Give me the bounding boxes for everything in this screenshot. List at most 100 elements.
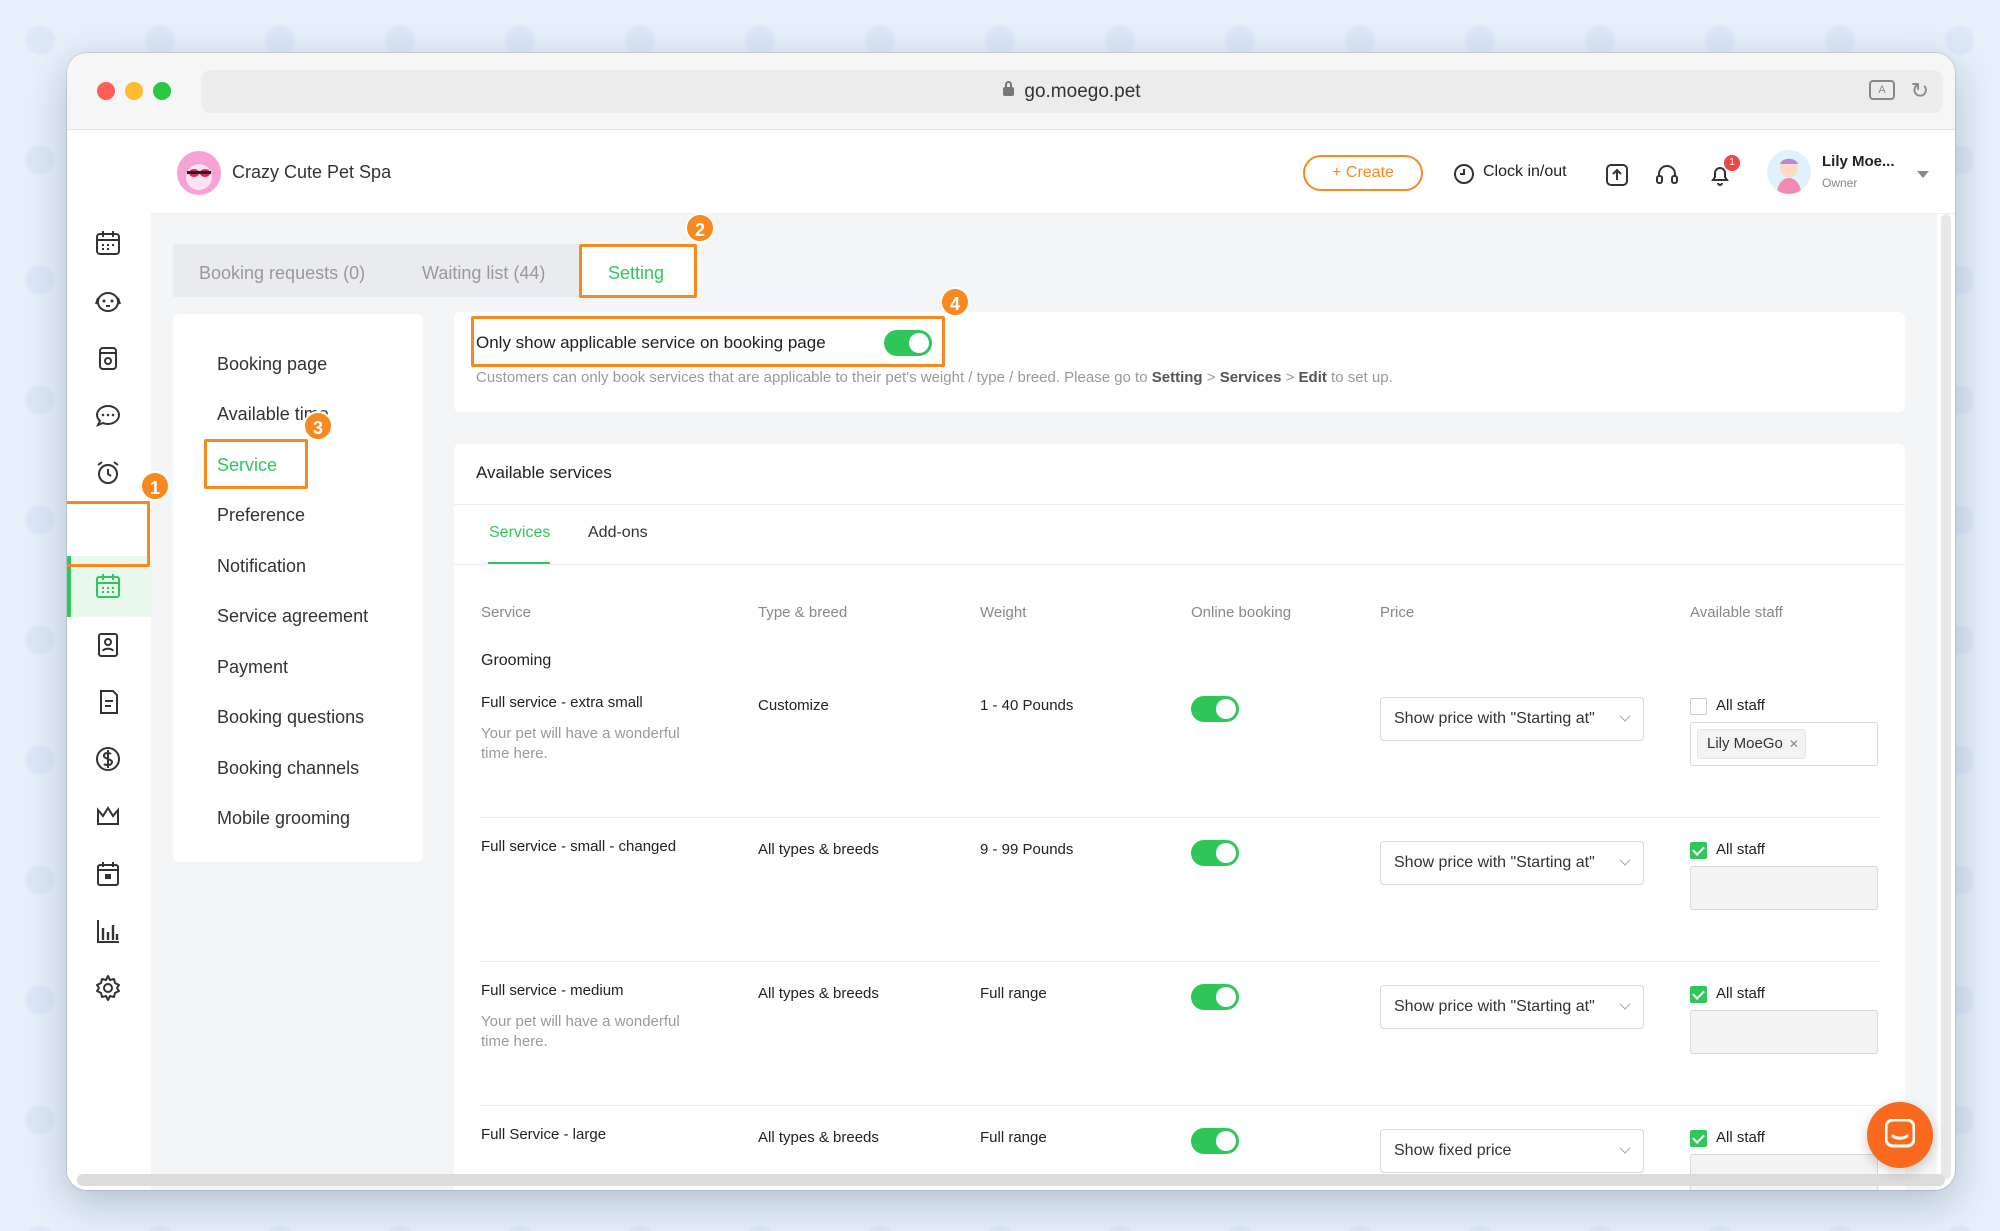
annotation-highlight-setting-tab [579, 244, 697, 298]
price-display-select[interactable]: Show fixed price [1380, 1129, 1644, 1173]
menu-item-booking-page[interactable]: Booking page [217, 354, 327, 375]
online-booking-toggle[interactable] [1191, 984, 1239, 1010]
service-name: Full Service - large [481, 1126, 607, 1143]
annotation-highlight-online-booking [67, 501, 150, 567]
online-booking-toggle[interactable] [1191, 696, 1239, 722]
horizontal-scrollbar[interactable] [77, 1174, 1945, 1186]
group-title-grooming: Grooming [481, 652, 552, 669]
type-breed-value[interactable]: Customize [758, 697, 829, 714]
online-booking-icon[interactable] [93, 571, 123, 601]
menu-item-payment[interactable]: Payment [217, 657, 288, 678]
business-avatar[interactable] [177, 151, 221, 195]
menu-item-mobile-grooming[interactable]: Mobile grooming [217, 808, 350, 829]
type-breed-value[interactable]: All types & breeds [758, 1129, 879, 1146]
annotation-badge: 4 [940, 287, 970, 317]
business-name[interactable]: Crazy Cute Pet Spa [232, 162, 391, 183]
annotation-badge: 3 [303, 411, 333, 441]
address-bar[interactable]: go.moego.pet A ↻ [201, 70, 1943, 113]
price-display-select[interactable]: Show price with "Starting at" [1380, 985, 1644, 1029]
service-description: Your pet will have a wonderful [481, 1013, 680, 1030]
user-avatar[interactable] [1767, 150, 1811, 194]
menu-item-booking-channels[interactable]: Booking channels [217, 758, 359, 779]
tab-waiting-list[interactable]: Waiting list (44) [422, 263, 545, 284]
type-breed-value[interactable]: All types & breeds [758, 841, 879, 858]
menu-item-booking-questions[interactable]: Booking questions [217, 707, 364, 728]
clock-icon [1454, 164, 1474, 184]
browser-chrome: go.moego.pet A ↻ [67, 53, 1955, 130]
column-header-available-staff: Available staff [1690, 604, 1783, 621]
calendar-event-icon[interactable] [93, 859, 123, 889]
chat-bubble-icon[interactable] [93, 401, 123, 431]
staff-tag: Lily MoeGo ✕ [1697, 729, 1806, 759]
service-name: Full service - small - changed [481, 838, 677, 855]
column-header-online-booking: Online booking [1191, 604, 1292, 621]
online-booking-toggle[interactable] [1191, 1128, 1239, 1154]
column-header-service: Service [481, 604, 532, 621]
notification-count-badge: 1 [1724, 155, 1740, 171]
user-name[interactable]: Lily Moe... [1822, 153, 1895, 170]
maximize-window-icon[interactable] [153, 82, 171, 100]
vertical-scrollbar[interactable] [1941, 214, 1951, 1179]
main-content: Booking requests (0) Waiting list (44) S… [151, 214, 1937, 1190]
subtab-add-ons[interactable]: Add-ons [588, 524, 648, 542]
weight-value: Full range [980, 1129, 1047, 1146]
annotation-badge: 2 [685, 213, 715, 243]
all-staff-label: All staff [1716, 1129, 1765, 1146]
all-staff-checkbox[interactable] [1690, 1130, 1707, 1147]
staff-select [1690, 866, 1878, 910]
applicable-service-description: Customers can only book services that ar… [476, 369, 1393, 386]
all-staff-label: All staff [1716, 985, 1765, 1002]
chat-icon [1885, 1119, 1915, 1148]
menu-item-notification[interactable]: Notification [217, 556, 306, 577]
service-description: time here. [481, 1033, 548, 1050]
all-staff-checkbox[interactable] [1690, 842, 1707, 859]
type-breed-value[interactable]: All types & breeds [758, 985, 879, 1002]
all-staff-label: All staff [1716, 841, 1765, 858]
alarm-clock-icon[interactable] [93, 458, 123, 488]
clock-in-out-button[interactable]: Clock in/out [1483, 163, 1567, 181]
chat-launcher-button[interactable] [1867, 1102, 1933, 1168]
column-header-price: Price [1380, 604, 1415, 621]
translate-icon[interactable]: A [1869, 80, 1895, 100]
tab-booking-requests[interactable]: Booking requests (0) [199, 263, 365, 284]
available-services-card: Available services Services Add-ons Serv… [454, 444, 1905, 1190]
online-booking-toggle[interactable] [1191, 840, 1239, 866]
minimize-window-icon[interactable] [125, 82, 143, 100]
user-role: Owner [1822, 176, 1858, 190]
weight-value: Full range [980, 985, 1047, 1002]
column-header-type-breed: Type & breed [758, 604, 848, 621]
crown-icon[interactable] [93, 801, 123, 831]
pet-food-jar-icon[interactable] [93, 343, 123, 373]
remove-staff-close-icon[interactable]: ✕ [1789, 730, 1799, 758]
settings-menu: Booking page Available time Service Pref… [173, 314, 423, 862]
weight-value: 1 - 40 Pounds [980, 697, 1074, 714]
create-button[interactable]: + Create [1303, 155, 1423, 191]
app-header: Crazy Cute Pet Spa + Create Clock in/out… [67, 131, 1955, 214]
all-staff-checkbox[interactable] [1690, 698, 1707, 715]
service-name: Full service - medium [481, 982, 624, 999]
annotation-badge: 1 [140, 471, 170, 501]
available-services-title: Available services [476, 463, 612, 482]
settings-gear-icon[interactable] [93, 973, 123, 1003]
bar-chart-icon[interactable] [93, 916, 123, 946]
user-menu-chevron-down-icon[interactable] [1917, 171, 1929, 178]
menu-item-service-agreement[interactable]: Service agreement [217, 606, 368, 627]
reload-icon[interactable]: ↻ [1911, 78, 1929, 104]
close-window-icon[interactable] [97, 82, 115, 100]
all-staff-checkbox[interactable] [1690, 986, 1707, 1003]
dollar-coin-icon[interactable] [93, 744, 123, 774]
report-document-icon[interactable] [93, 687, 123, 717]
upload-icon[interactable] [1605, 163, 1629, 187]
price-display-select[interactable]: Show price with "Starting at" [1380, 841, 1644, 885]
price-display-select[interactable]: Show price with "Starting at" [1380, 697, 1644, 741]
staff-select[interactable]: Lily MoeGo ✕ [1690, 722, 1878, 766]
staff-select [1690, 1010, 1878, 1054]
service-name: Full service - extra small [481, 694, 643, 711]
dog-face-icon[interactable] [93, 286, 123, 316]
headset-icon[interactable] [1655, 163, 1679, 187]
calendar-icon[interactable] [93, 228, 123, 258]
left-navigation [67, 131, 151, 1190]
subtab-services[interactable]: Services [489, 524, 550, 542]
contact-card-icon[interactable] [93, 630, 123, 660]
menu-item-preference[interactable]: Preference [217, 505, 305, 526]
